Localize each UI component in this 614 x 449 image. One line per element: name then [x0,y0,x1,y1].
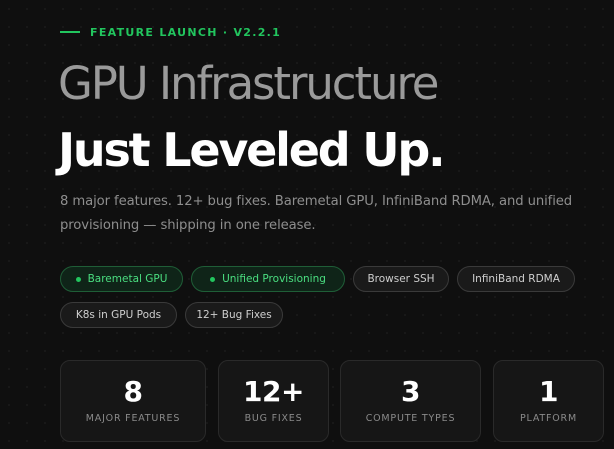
stat-value: 12+ [243,375,304,408]
stat-card-bug-fixes: 12+ BUG FIXES [218,360,329,442]
hero-subtitle: 8 major features. 12+ bug fixes. Baremet… [60,194,573,233]
launch-hero: FEATURE LAUNCH · V2.2.1 GPU Infrastructu… [58,0,614,449]
hero-title-line-2: Just Leveled Up. [58,123,446,177]
tag-infiniband-rdma[interactable]: InfiniBand RDMA [457,266,575,292]
stat-label: PLATFORM [520,413,577,424]
tag-unified-provisioning[interactable]: Unified Provisioning [191,266,345,292]
stats-row: 8 MAJOR FEATURES 12+ BUG FIXES 3 COMPUTE… [60,360,614,442]
stat-value: 8 [123,375,143,408]
eyebrow: FEATURE LAUNCH · V2.2.1 [60,24,281,40]
active-dot-icon [75,276,81,282]
stat-value: 3 [401,375,420,408]
stat-label: COMPUTE TYPES [365,413,456,424]
hero-title-line-1: GPU Infrastructure [58,57,439,110]
stat-card-compute-types: 3 COMPUTE TYPES [340,360,481,442]
stat-label: MAJOR FEATURES [85,413,181,424]
stat-value: 1 [539,375,558,408]
stat-card-platform: 1 PLATFORM [493,360,604,442]
tag-bug-fixes[interactable]: 12+ Bug Fixes [185,302,283,328]
eyebrow-text: FEATURE LAUNCH · V2.2.1 [90,25,282,39]
tag-browser-ssh[interactable]: Browser SSH [353,266,449,292]
tag-label: InfiniBand RDMA [472,273,560,285]
stat-label: BUG FIXES [244,413,303,424]
tag-k8s-in-gpu-pods[interactable]: K8s in GPU Pods [60,302,177,328]
active-dot-icon [210,276,216,282]
tag-label: Browser SSH [367,273,435,285]
stat-card-major-features: 8 MAJOR FEATURES [60,360,206,442]
tag-label: K8s in GPU Pods [75,309,162,321]
tag-label: Unified Provisioning [222,273,326,285]
tag-baremetal-gpu[interactable]: Baremetal GPU [60,266,183,292]
tag-label: 12+ Bug Fixes [196,309,272,321]
tag-label: Baremetal GPU [87,273,168,285]
eyebrow-accent-line [60,31,80,33]
